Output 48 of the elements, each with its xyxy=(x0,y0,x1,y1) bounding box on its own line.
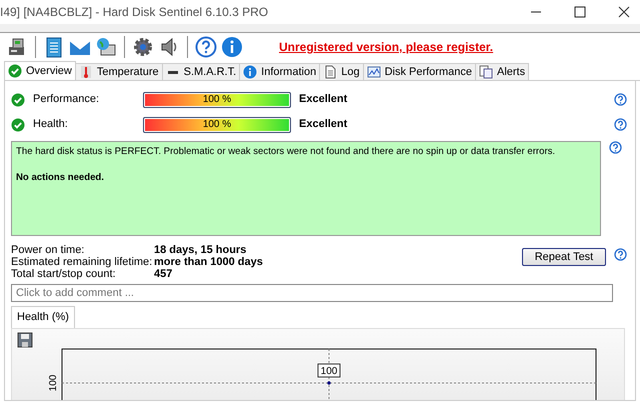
info-icon xyxy=(243,65,258,79)
stat-value: 18 days, 15 hours xyxy=(154,244,246,256)
chart-tab[interactable]: Health (%) xyxy=(11,306,75,328)
help-icon[interactable] xyxy=(614,93,627,106)
meter-label: Performance: xyxy=(33,92,100,108)
data-point xyxy=(327,380,331,384)
help-icon[interactable] xyxy=(614,118,627,131)
tab[interactable]: S.M.A.R.T. xyxy=(162,63,240,80)
save-icon[interactable] xyxy=(17,332,33,348)
tab[interactable]: Temperature xyxy=(74,63,163,80)
graph-icon xyxy=(366,65,381,79)
tab[interactable]: Disk Performance xyxy=(362,63,476,80)
stat-value: 457 xyxy=(154,268,172,280)
settings-icon[interactable] xyxy=(132,36,154,58)
repeat-test-button[interactable]: Repeat Test xyxy=(522,248,606,266)
check-icon xyxy=(11,92,25,106)
register-link[interactable]: Unregistered version, please register. xyxy=(279,38,494,56)
comment-field[interactable]: Click to add comment ... xyxy=(11,284,613,302)
tab[interactable]: Overview xyxy=(4,61,76,80)
tab[interactable]: Information xyxy=(239,63,320,80)
help-icon[interactable] xyxy=(609,141,622,154)
tab[interactable]: Alerts xyxy=(474,63,530,80)
help-icon[interactable] xyxy=(195,36,217,58)
check-icon xyxy=(11,118,25,132)
info-icon[interactable] xyxy=(221,36,243,58)
thermometer-icon xyxy=(78,65,93,79)
stat-label: Estimated remaining lifetime: xyxy=(11,256,154,268)
window-title: I49] [NA4BCBLZ] - Hard Disk Sentinel 6.10.3 PRO xyxy=(0,4,270,21)
close-icon[interactable] xyxy=(618,6,630,18)
documents-icon xyxy=(478,65,493,79)
status-text: No actions needed. xyxy=(16,171,105,186)
rating-text: Excellent xyxy=(299,117,348,132)
stat-value: more than 1000 days xyxy=(154,256,263,268)
data-label: 100 xyxy=(318,363,340,377)
rating-text: Excellent xyxy=(299,92,348,108)
progress-reading: 100 % xyxy=(202,94,232,106)
tab[interactable]: Log xyxy=(319,63,364,80)
stat-label: Total start/stop count: xyxy=(11,268,117,280)
y-tick-label: 100 xyxy=(48,374,59,391)
help-icon[interactable] xyxy=(614,248,627,261)
document-icon xyxy=(323,65,338,79)
progress-reading: 100 % xyxy=(202,118,232,130)
maximize-icon[interactable] xyxy=(574,6,586,18)
meter-label: Health: xyxy=(33,117,69,132)
globe-monitor-icon[interactable] xyxy=(95,36,117,58)
stat-label: Power on time: xyxy=(11,244,86,256)
status-text: The hard disk status is PERFECT. Problematic or weak sectors were not found and there are no spin up or data transfer errors. xyxy=(16,145,556,159)
check-icon xyxy=(8,64,22,78)
